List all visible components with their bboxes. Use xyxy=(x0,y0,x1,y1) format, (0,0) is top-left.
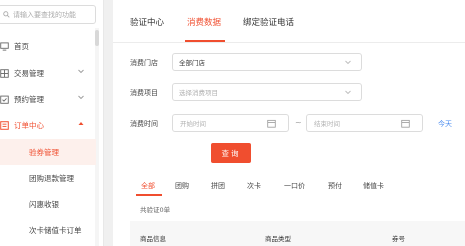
tab-verify-center[interactable]: 验证中心 xyxy=(130,16,164,28)
tab-bind-phone[interactable]: 绑定验证电话 xyxy=(243,16,294,28)
sidebar-subitem-coupon-verify[interactable]: 验券管理 xyxy=(0,139,96,165)
search-icon xyxy=(3,11,10,18)
sidebar-subitem-group-refund[interactable]: 团购退款管理 xyxy=(0,165,96,191)
sidebar-item-label: 交易管理 xyxy=(14,68,44,78)
chevron-down-icon xyxy=(78,95,84,100)
type-tab-prepaid[interactable]: 预付 xyxy=(328,181,342,191)
total-count-text: 共验证0单 xyxy=(140,206,171,214)
time-label: 消费时间 xyxy=(130,120,158,128)
date-range-separator: ~ xyxy=(295,118,302,127)
item-select-placeholder: 选择消费项目 xyxy=(179,89,218,97)
table-header xyxy=(130,221,465,246)
tab-consumption-data[interactable]: 消费数据 xyxy=(187,16,221,28)
item-label: 消费项目 xyxy=(130,89,158,97)
type-tab-stored-value-card[interactable]: 储值卡 xyxy=(363,181,384,191)
store-select[interactable]: 全部门店 xyxy=(172,53,362,71)
store-select-value: 全部门店 xyxy=(179,59,205,67)
start-date-placeholder: 开始时间 xyxy=(180,120,206,128)
sidebar-item-label: 预约管理 xyxy=(14,94,44,104)
top-tabs: 验证中心 消费数据 绑定验证电话 xyxy=(113,0,465,43)
function-search-input[interactable] xyxy=(13,10,93,19)
calendar-check-icon xyxy=(0,95,9,104)
sidebar-subitem-label: 验券管理 xyxy=(29,147,59,157)
today-link[interactable]: 今天 xyxy=(438,119,452,129)
main-panel: 验证中心 消费数据 绑定验证电话 消费门店 全部门店 消费项目 选择消费项目 消… xyxy=(113,0,465,246)
start-date-input[interactable]: 开始时间 xyxy=(172,114,289,132)
type-tab-team-buy[interactable]: 拼团 xyxy=(211,181,225,191)
sidebar: 首页 交易管理 预约管理 订单中心 验券管理 团购退款管理 闪惠收银 次卡储值卡… xyxy=(0,0,104,246)
sidebar-subitem-label: 次卡储值卡订单 xyxy=(29,225,82,235)
end-date-input[interactable]: 结束时间 xyxy=(306,114,423,132)
calendar-icon xyxy=(401,119,410,128)
calendar-icon xyxy=(267,119,276,128)
column-header-coupon-code: 券号 xyxy=(392,235,405,243)
sidebar-subitem-flash-checkout[interactable]: 闪惠收银 xyxy=(0,191,96,217)
end-date-placeholder: 结束时间 xyxy=(314,120,340,128)
active-tab-underline xyxy=(185,40,225,42)
sidebar-item-order-center[interactable]: 订单中心 xyxy=(0,113,96,137)
column-header-product-type: 商品类型 xyxy=(265,235,291,243)
item-select[interactable]: 选择消费项目 xyxy=(172,83,362,101)
sidebar-subitem-label: 闪惠收银 xyxy=(29,199,59,209)
sidebar-item-home[interactable]: 首页 xyxy=(0,34,96,58)
grid-icon xyxy=(0,68,9,78)
type-tab-group-buy[interactable]: 团购 xyxy=(175,181,189,191)
active-type-tab-underline xyxy=(136,194,162,196)
sidebar-subitem-card-orders[interactable]: 次卡储值卡订单 xyxy=(0,217,96,243)
sidebar-item-label: 订单中心 xyxy=(14,120,44,130)
sidebar-subitem-label: 团购退款管理 xyxy=(29,173,74,183)
order-list-icon xyxy=(0,120,9,130)
sidebar-item-trade[interactable]: 交易管理 xyxy=(0,61,96,85)
chevron-down-icon xyxy=(345,60,351,65)
type-tab-count-card[interactable]: 次卡 xyxy=(247,181,261,191)
type-tab-all[interactable]: 全部 xyxy=(141,181,155,191)
column-header-product-info: 商品信息 xyxy=(140,235,166,243)
chevron-down-icon xyxy=(345,90,351,95)
query-button[interactable]: 查询 xyxy=(211,143,251,163)
function-search-box[interactable] xyxy=(0,5,96,24)
sidebar-item-label: 首页 xyxy=(14,41,29,51)
type-tab-fixed-price[interactable]: 一口价 xyxy=(284,181,305,191)
sidebar-item-booking[interactable]: 预约管理 xyxy=(0,87,96,111)
monitor-icon xyxy=(0,41,9,51)
store-label: 消费门店 xyxy=(130,59,158,67)
chevron-down-icon xyxy=(78,69,84,74)
chevron-up-icon xyxy=(78,122,84,125)
